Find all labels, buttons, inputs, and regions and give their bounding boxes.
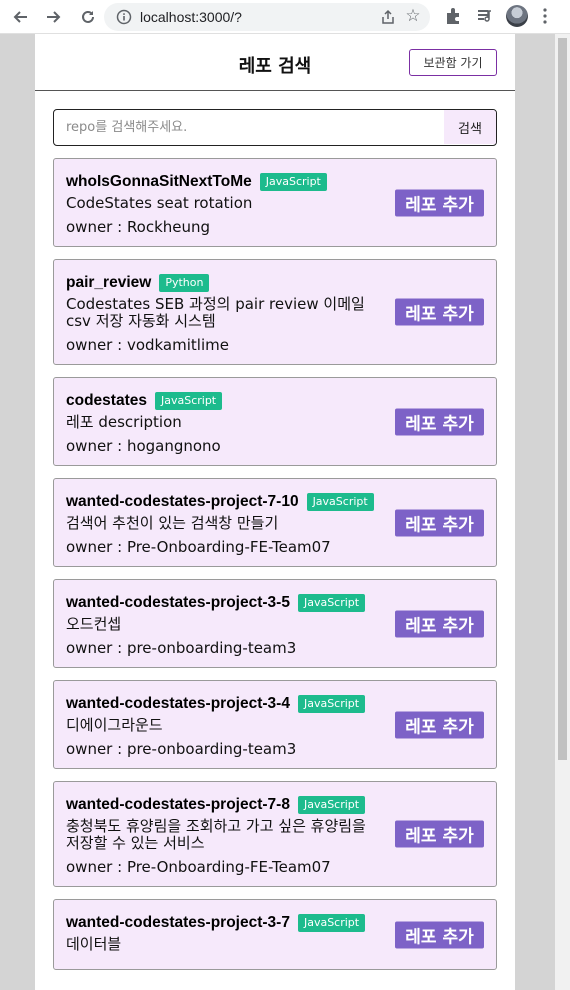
repo-owner: owner : Pre-Onboarding-FE-Team07 xyxy=(66,538,331,556)
add-repo-button[interactable]: 레포 추가 xyxy=(395,189,484,216)
repo-name: wanted-codestates-project-3-4 xyxy=(66,695,290,712)
repo-name: wanted-codestates-project-7-10 xyxy=(66,493,299,510)
add-repo-button[interactable]: 레포 추가 xyxy=(395,921,484,948)
language-badge: JavaScript xyxy=(154,392,223,410)
page-scrollbar[interactable]: ▲ xyxy=(555,34,570,990)
scrollbar-thumb[interactable] xyxy=(558,38,567,760)
forward-icon[interactable] xyxy=(42,5,66,29)
back-icon[interactable] xyxy=(8,5,32,29)
language-badge: JavaScript xyxy=(259,173,327,191)
bookmark-star-icon[interactable]: ☆ xyxy=(404,7,422,25)
menu-kebab-icon[interactable] xyxy=(543,8,547,24)
repo-name: wanted-codestates-project-7-8 xyxy=(66,796,290,813)
language-badge: JavaScript xyxy=(297,695,366,713)
profile-avatar[interactable] xyxy=(506,5,528,27)
reload-icon[interactable] xyxy=(76,5,100,29)
language-badge: JavaScript xyxy=(306,493,374,511)
go-to-storage-button[interactable]: 보관함 가기 xyxy=(409,49,497,76)
repo-description: CodeStates seat rotation xyxy=(66,194,253,212)
search-input[interactable] xyxy=(54,110,444,144)
repo-card: wanted-codestates-project-7-10 JavaScrip… xyxy=(53,478,497,567)
app-container: 레포 검색 보관함 가기 검색 whoIsGonnaSitNextToMe Ja… xyxy=(35,34,515,990)
add-repo-button[interactable]: 레포 추가 xyxy=(395,711,484,738)
repo-description: Codestates SEB 과정의 pair review 이메일 csv 저… xyxy=(66,295,365,330)
info-icon[interactable] xyxy=(116,9,132,25)
search-button[interactable]: 검색 xyxy=(444,110,496,144)
url-text: localhost:3000/? xyxy=(140,9,242,25)
add-repo-button[interactable]: 레포 추가 xyxy=(395,610,484,637)
language-badge: Python xyxy=(159,274,210,292)
repo-card: wanted-codestates-project-3-5 JavaScript… xyxy=(53,579,497,668)
repo-owner: owner : pre-onboarding-team3 xyxy=(66,740,297,758)
repo-description: 레포 description xyxy=(66,413,182,431)
repo-card: wanted-codestates-project-3-7 JavaScript… xyxy=(53,899,497,970)
media-control-icon[interactable] xyxy=(476,7,494,25)
repo-card: wanted-codestates-project-7-8 JavaScript… xyxy=(53,781,497,887)
repo-description: 검색어 추천이 있는 검색창 만들기 xyxy=(66,514,279,532)
page-header: 레포 검색 보관함 가기 xyxy=(35,34,515,91)
address-bar[interactable]: localhost:3000/? ☆ xyxy=(104,3,430,31)
repo-card: codestates JavaScript 레포 description own… xyxy=(53,377,497,466)
repo-card-header: pair_review Python xyxy=(66,272,484,294)
repo-name: codestates xyxy=(66,392,147,409)
add-repo-button[interactable]: 레포 추가 xyxy=(395,298,484,326)
repo-owner: owner : vodkamitlime xyxy=(66,336,229,354)
search-bar: 검색 xyxy=(53,109,497,146)
repo-owner: owner : Rockheung xyxy=(66,218,211,236)
repo-name: wanted-codestates-project-3-5 xyxy=(66,594,290,611)
repo-card: wanted-codestates-project-3-4 JavaScript… xyxy=(53,680,497,769)
language-badge: JavaScript xyxy=(297,914,366,932)
repo-owner: owner : pre-onboarding-team3 xyxy=(66,639,297,657)
repo-list: whoIsGonnaSitNextToMe JavaScript CodeSta… xyxy=(53,158,497,982)
repo-description: 충청북도 휴양림을 조회하고 가고 싶은 휴양림을 저장할 수 있는 서비스 xyxy=(66,817,366,852)
share-icon[interactable] xyxy=(380,9,396,25)
repo-card: pair_review Python Codestates SEB 과정의 pa… xyxy=(53,259,497,365)
repo-description: 디에이그라운드 xyxy=(66,716,163,734)
repo-owner: owner : Pre-Onboarding-FE-Team07 xyxy=(66,858,331,876)
repo-name: whoIsGonnaSitNextToMe xyxy=(66,173,252,190)
repo-description: 데이터블 xyxy=(66,935,122,953)
add-repo-button[interactable]: 레포 추가 xyxy=(395,509,484,536)
add-repo-button[interactable]: 레포 추가 xyxy=(395,820,484,848)
repo-name: pair_review xyxy=(66,274,152,291)
repo-owner: owner : hogangnono xyxy=(66,437,221,455)
repo-description: 오드컨셉 xyxy=(66,615,122,633)
language-badge: JavaScript xyxy=(297,796,366,814)
repo-card: whoIsGonnaSitNextToMe JavaScript CodeSta… xyxy=(53,158,497,247)
repo-card-header: wanted-codestates-project-7-8 JavaScript xyxy=(66,794,484,816)
browser-toolbar: localhost:3000/? ☆ xyxy=(0,0,570,34)
repo-name: wanted-codestates-project-3-7 xyxy=(66,914,290,931)
add-repo-button[interactable]: 레포 추가 xyxy=(395,408,484,435)
language-badge: JavaScript xyxy=(297,594,366,612)
extensions-icon[interactable] xyxy=(444,7,462,25)
